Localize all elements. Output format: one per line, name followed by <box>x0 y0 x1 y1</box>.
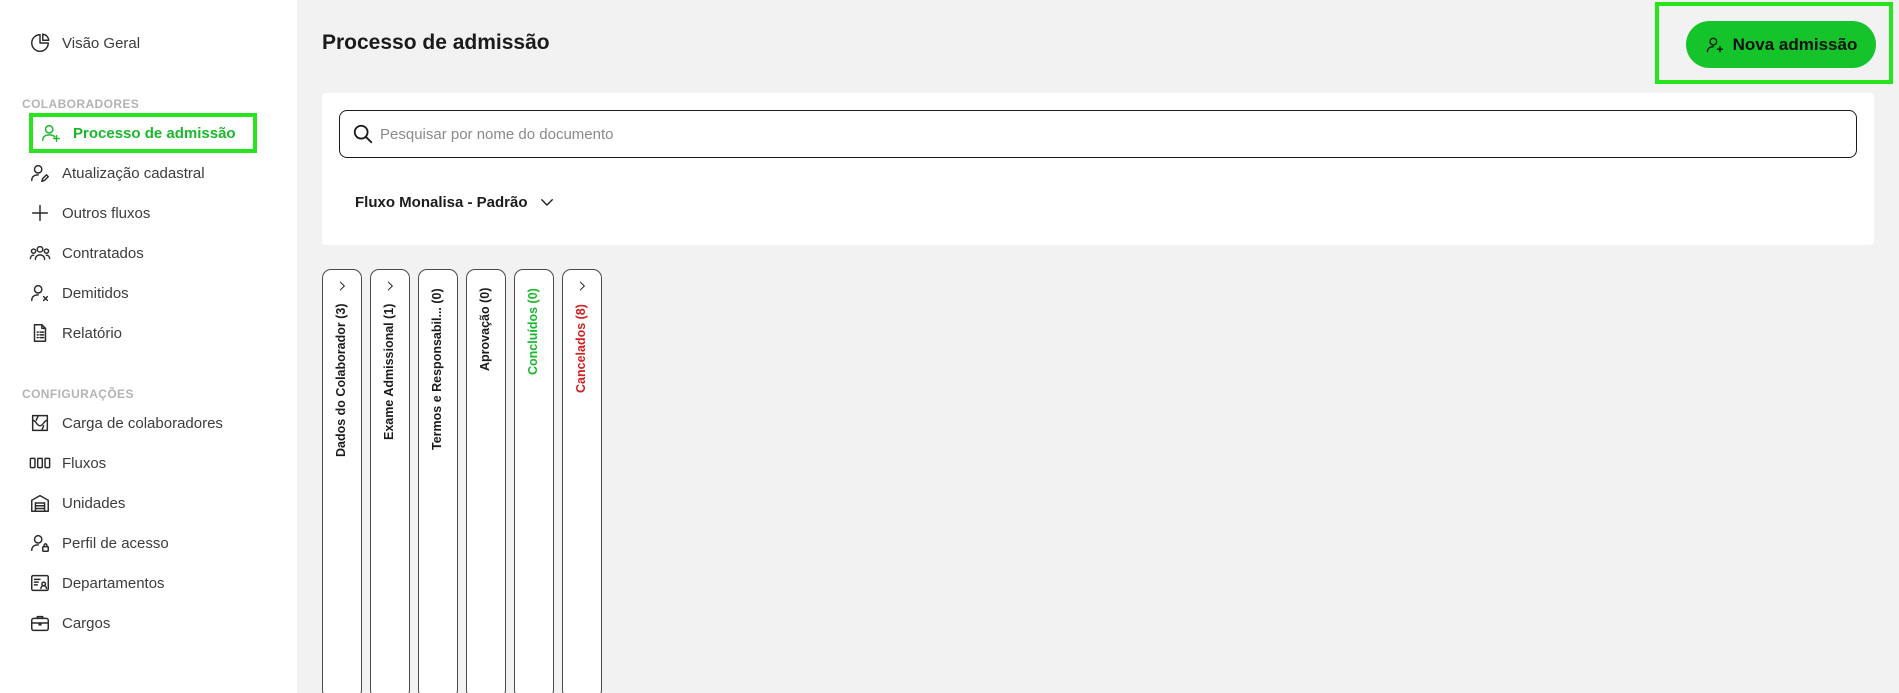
flow-icon <box>28 451 52 475</box>
sidebar-item-label: Perfil de acesso <box>62 534 169 552</box>
sidebar-item-processo-admissao[interactable]: Processo de admissão <box>29 113 257 153</box>
user-lock-icon <box>28 531 52 555</box>
sidebar-item-label: Processo de admissão <box>73 124 236 142</box>
new-admission-button[interactable]: Nova admissão <box>1686 21 1876 68</box>
sidebar-item-fluxos[interactable]: Fluxos <box>28 443 106 483</box>
chevron-right-icon[interactable] <box>371 279 409 295</box>
sidebar-item-label: Fluxos <box>62 454 107 472</box>
upload-map-icon <box>28 411 52 435</box>
search-icon <box>353 124 373 144</box>
sidebar-item-label: Atualização cadastral <box>62 164 205 182</box>
sidebar-item-unidades[interactable]: Unidades <box>28 483 125 523</box>
sidebar-item-label: Cargos <box>62 614 111 632</box>
sidebar-item-demitidos[interactable]: Demitidos <box>28 273 129 313</box>
user-edit-icon <box>28 161 52 185</box>
column-label: Aprovação (0) <box>478 288 492 372</box>
sidebar-item-label: Contratados <box>62 244 144 262</box>
chevron-down-icon <box>540 199 553 206</box>
sidebar-item-outros-fluxos[interactable]: Outros fluxos <box>28 193 150 233</box>
sidebar-item-label: Carga de colaboradores <box>62 414 223 432</box>
flow-selector[interactable]: Fluxo Monalisa - Padrão <box>355 193 556 211</box>
filter-card: Fluxo Monalisa - Padrão <box>322 93 1874 245</box>
users-group-icon <box>28 241 52 265</box>
column-label: Concluídos (0) <box>526 288 540 375</box>
report-icon <box>28 321 52 345</box>
column-dados-colaborador[interactable]: Dados do Colaborador (3) <box>322 269 362 693</box>
column-label: Termos e Responsabil... (0) <box>430 288 444 450</box>
user-plus-icon <box>39 121 63 145</box>
briefcase-icon <box>28 611 52 635</box>
flow-selector-value: Fluxo Monalisa - Padrão <box>355 193 528 211</box>
section-label-configuracoes: CONFIGURAÇÕES <box>22 387 134 401</box>
column-exame-admissional[interactable]: Exame Admissional (1) <box>370 269 410 693</box>
sidebar-item-departamentos[interactable]: Departamentos <box>28 563 165 603</box>
sidebar-item-label: Outros fluxos <box>62 204 151 222</box>
column-termos-responsabilidade[interactable]: Termos e Responsabil... (0) <box>418 269 458 693</box>
user-remove-icon <box>28 281 52 305</box>
column-concluidos[interactable]: Concluídos (0) <box>514 269 554 693</box>
column-label: Exame Admissional (1) <box>382 304 396 441</box>
sidebar-item-label: Unidades <box>62 494 126 512</box>
search-box[interactable] <box>339 110 1857 158</box>
user-plus-icon <box>1706 37 1723 52</box>
sidebar-item-overview[interactable]: Visão Geral <box>28 23 140 63</box>
chevron-right-icon[interactable] <box>563 279 601 295</box>
sidebar-item-label: Relatório <box>62 324 123 342</box>
search-input[interactable] <box>380 125 1856 143</box>
sidebar-item-perfil-acesso[interactable]: Perfil de acesso <box>28 523 169 563</box>
sidebar-item-label: Departamentos <box>62 574 165 592</box>
department-icon <box>28 571 52 595</box>
sidebar-item-contratados[interactable]: Contratados <box>28 233 144 273</box>
new-admission-label: Nova admissão <box>1732 34 1858 54</box>
sidebar-item-label: Visão Geral <box>62 34 141 52</box>
column-label: Cancelados (8) <box>574 304 588 393</box>
sidebar-item-carga-colaboradores[interactable]: Carga de colaboradores <box>28 403 223 443</box>
sidebar-item-relatorio[interactable]: Relatório <box>28 313 122 353</box>
plus-icon <box>28 201 52 225</box>
building-icon <box>28 491 52 515</box>
sidebar-item-atualizacao-cadastral[interactable]: Atualização cadastral <box>28 153 205 193</box>
sidebar-item-cargos[interactable]: Cargos <box>28 603 110 643</box>
section-label-colaboradores: COLABORADORES <box>22 97 140 111</box>
sidebar: Visão Geral COLABORADORES Processo de ad… <box>0 0 297 693</box>
column-cancelados[interactable]: Cancelados (8) <box>562 269 602 693</box>
sidebar-item-label: Demitidos <box>62 284 129 302</box>
column-aprovacao[interactable]: Aprovação (0) <box>466 269 506 693</box>
column-label: Dados do Colaborador (3) <box>334 304 348 458</box>
page-title: Processo de admissão <box>322 31 550 54</box>
chevron-right-icon[interactable] <box>323 279 361 295</box>
pie-chart-icon <box>28 31 52 55</box>
